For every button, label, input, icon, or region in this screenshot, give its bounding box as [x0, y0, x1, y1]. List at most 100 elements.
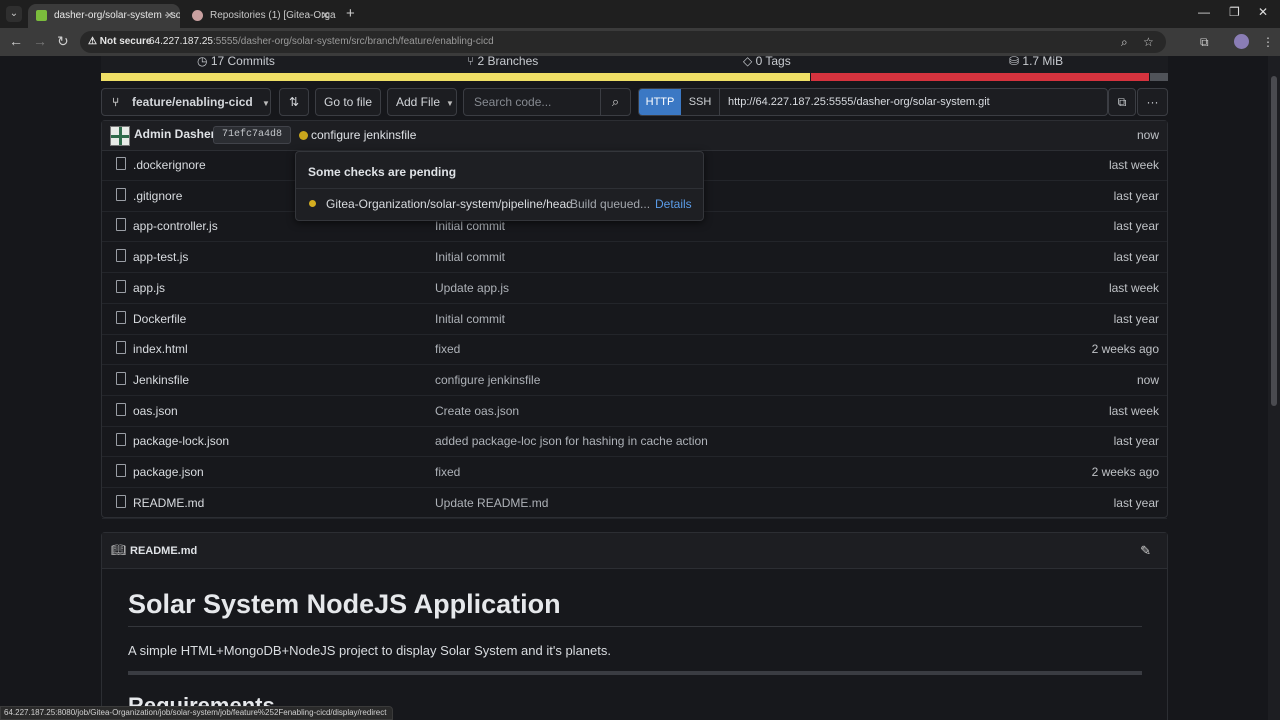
- language-segment-html[interactable]: [811, 73, 1149, 81]
- bookmark-star-icon[interactable]: ☆: [1143, 35, 1154, 49]
- close-tab-icon[interactable]: ✕: [165, 6, 174, 26]
- file-name[interactable]: app-controller.js: [133, 219, 218, 233]
- file-commit-message[interactable]: Create oas.json: [435, 404, 519, 418]
- add-file-label: Add File: [396, 95, 441, 109]
- forward-icon[interactable]: →: [33, 33, 47, 49]
- back-icon[interactable]: ←: [9, 33, 23, 49]
- file-row: oas.json Create oas.json last week: [102, 397, 1167, 427]
- language-segment-other[interactable]: [1150, 73, 1168, 81]
- extensions-icon[interactable]: ⧉: [1200, 35, 1209, 50]
- tab-search-button[interactable]: ⌄: [6, 6, 22, 22]
- tab-active[interactable]: dasher-org/solar-system - sola ✕: [28, 4, 180, 28]
- tab-title: dasher-org/solar-system - sola: [54, 10, 180, 21]
- more-options-button[interactable]: ···: [1137, 88, 1168, 116]
- file-name[interactable]: package-lock.json: [133, 434, 229, 448]
- go-to-file-button[interactable]: Go to file: [315, 88, 381, 116]
- file-name[interactable]: app-test.js: [133, 250, 188, 264]
- language-bar[interactable]: [101, 73, 1168, 81]
- browser-title-bar: ⌄ dasher-org/solar-system - sola ✕ Repos…: [0, 0, 1280, 28]
- ssh-toggle[interactable]: SSH: [683, 89, 717, 115]
- profile-avatar[interactable]: [1234, 34, 1249, 49]
- file-commit-message[interactable]: fixed: [435, 342, 460, 356]
- file-commit-message[interactable]: configure jenkinsfile: [435, 373, 540, 387]
- file-name[interactable]: .gitignore: [133, 189, 182, 203]
- restore-icon[interactable]: ❐: [1229, 5, 1240, 19]
- details-link[interactable]: Details: [655, 197, 692, 211]
- file-row: README.md Update README.md last year: [102, 489, 1167, 519]
- link-status-bar: 64.227.187.25:8080/job/Gitea-Organizatio…: [0, 706, 394, 720]
- commit-author[interactable]: Admin Dasher: [134, 127, 215, 141]
- browser-menu-icon[interactable]: ⋮: [1262, 35, 1274, 49]
- file-commit-time: last week: [1108, 158, 1159, 172]
- chevron-down-icon: ▼: [446, 99, 454, 108]
- add-file-button[interactable]: Add File ▼: [387, 88, 457, 116]
- file-icon: [116, 249, 126, 263]
- file-name[interactable]: README.md: [133, 496, 204, 510]
- chevron-down-icon: ▼: [262, 99, 270, 108]
- tags-link[interactable]: ◇ 0 Tags: [743, 56, 791, 68]
- file-icon: [116, 279, 126, 293]
- file-name[interactable]: app.js: [133, 281, 165, 295]
- file-name[interactable]: .dockerignore: [133, 158, 206, 172]
- edit-pencil-icon[interactable]: ✎: [1140, 543, 1151, 559]
- search-icon[interactable]: ⌕: [600, 89, 630, 115]
- tab-inactive[interactable]: Repositories (1) [Gitea-Organiz ✕: [184, 4, 336, 28]
- file-commit-message[interactable]: added package-loc json for hashing in ca…: [435, 434, 708, 448]
- author-avatar[interactable]: [110, 126, 130, 146]
- clone-box: HTTP SSH http://64.227.187.25:5555/dashe…: [638, 88, 1108, 116]
- clone-url-input[interactable]: http://64.227.187.25:5555/dasher-org/sol…: [719, 89, 1107, 115]
- commit-status-popup: Some checks are pending Gitea-Organizati…: [295, 151, 704, 221]
- file-commit-message[interactable]: fixed: [435, 465, 460, 479]
- jenkins-favicon-icon: [192, 10, 203, 21]
- file-commit-time: 2 weeks ago: [1091, 465, 1159, 479]
- file-commit-time: last year: [1113, 311, 1159, 326]
- commits-link[interactable]: ◷ 17 Commits: [197, 56, 275, 68]
- commit-time: now: [1136, 128, 1159, 142]
- file-icon: [116, 341, 126, 355]
- pending-status-icon: [309, 200, 316, 207]
- file-name[interactable]: index.html: [133, 342, 188, 356]
- file-icon: [116, 157, 126, 170]
- reload-icon[interactable]: ↻: [57, 33, 69, 50]
- file-row: Jenkinsfile configure jenkinsfile now: [102, 366, 1167, 396]
- copy-url-button[interactable]: ⧉: [1108, 88, 1136, 116]
- file-icon: [116, 371, 126, 385]
- close-window-icon[interactable]: ✕: [1258, 5, 1268, 19]
- file-icon: [116, 218, 126, 232]
- file-row: Dockerfile Initial commit last year: [102, 305, 1167, 335]
- branches-link[interactable]: ⑂ 2 Branches: [467, 56, 538, 68]
- address-bar[interactable]: ⚠ Not secure 64.227.187.25:5555/dasher-o…: [80, 31, 1166, 53]
- close-tab-icon[interactable]: ✕: [321, 6, 330, 26]
- file-name[interactable]: oas.json: [133, 404, 178, 418]
- repo-size: ⛁ 1.7 MiB: [1009, 56, 1064, 68]
- copy-icon: ⧉: [1117, 95, 1127, 109]
- divider: [296, 188, 703, 189]
- divider: [128, 626, 1142, 627]
- file-name[interactable]: Jenkinsfile: [133, 373, 189, 387]
- file-name[interactable]: Dockerfile: [133, 312, 186, 326]
- file-commit-message[interactable]: Initial commit: [435, 312, 505, 326]
- file-commit-message[interactable]: Initial commit: [435, 219, 505, 233]
- latest-commit-row: Admin Dasher 71efc7a4d8 configure jenkin…: [102, 121, 1167, 151]
- branch-selector[interactable]: ⑂ feature/enabling-cicd ▼: [101, 88, 271, 116]
- commit-message[interactable]: configure jenkinsfile: [311, 128, 416, 142]
- url-text[interactable]: 64.227.187.25:5555/dasher-org/solar-syst…: [149, 31, 494, 53]
- commit-sha[interactable]: 71efc7a4d8: [213, 126, 292, 144]
- new-tab-icon[interactable]: +: [346, 5, 355, 22]
- compare-button[interactable]: ⇅: [279, 88, 309, 116]
- readme-filename[interactable]: README.md: [130, 545, 197, 557]
- zoom-icon[interactable]: ⌕: [1121, 35, 1128, 50]
- file-commit-message[interactable]: Update app.js: [435, 281, 509, 295]
- page-scrollbar[interactable]: [1268, 56, 1280, 720]
- file-commit-message[interactable]: Initial commit: [435, 250, 505, 264]
- http-toggle[interactable]: HTTP: [639, 89, 681, 115]
- scrollbar-thumb[interactable]: [1271, 76, 1277, 406]
- minimize-icon[interactable]: —: [1198, 5, 1210, 19]
- file-commit-time: last year: [1113, 250, 1159, 265]
- file-name[interactable]: package.json: [133, 465, 204, 479]
- file-commit-message[interactable]: Update README.md: [435, 496, 548, 510]
- search-input[interactable]: [464, 89, 600, 115]
- language-segment-javascript[interactable]: [101, 73, 810, 81]
- commit-status-pending-icon[interactable]: [299, 131, 308, 140]
- not-secure-badge[interactable]: ⚠ Not secure: [88, 31, 151, 53]
